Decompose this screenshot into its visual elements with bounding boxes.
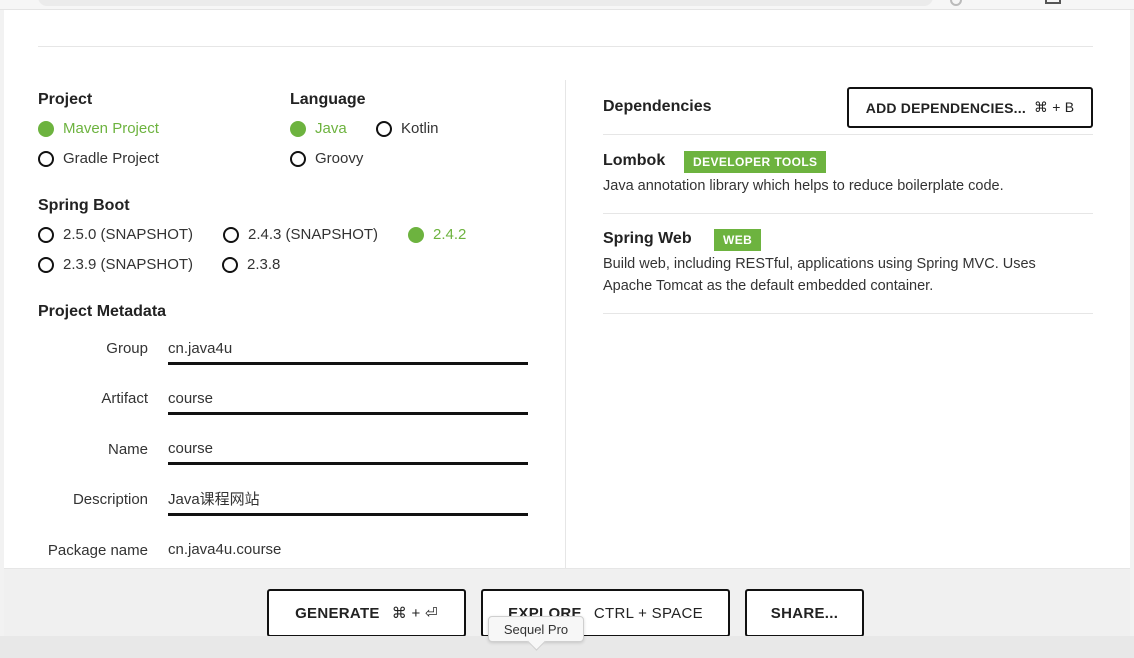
radio-unselected-icon (376, 120, 392, 137)
generate-label: GENERATE (295, 604, 380, 622)
tab-icon[interactable] (1045, 0, 1061, 4)
group-field[interactable]: cn.java4u (168, 338, 528, 365)
radio-label: Gradle Project (63, 150, 159, 167)
dependency-divider (603, 213, 1093, 214)
radio-label: Maven Project (63, 120, 159, 137)
radio-label: 2.4.2 (433, 226, 467, 243)
radio-label: 2.5.0 (SNAPSHOT) (63, 226, 194, 243)
radio-label: 2.4.3 (SNAPSHOT) (248, 226, 379, 243)
radio-label: Groovy (315, 150, 364, 167)
browser-toolbar (0, 0, 1134, 10)
project-title: Project (38, 91, 93, 108)
dependency-description-spring-web-line2: Apache Tomcat as the default embedded co… (603, 278, 934, 294)
package-name-label: Package name (47, 542, 148, 559)
radio-label: 2.3.8 (247, 256, 281, 273)
dependency-divider (603, 313, 1093, 314)
radio-maven-project[interactable]: Maven Project (38, 120, 159, 137)
address-bar[interactable] (38, 0, 933, 6)
radio-boot-2-4-3[interactable]: 2.4.3 (SNAPSHOT) (223, 226, 378, 243)
radio-unselected-icon (222, 256, 238, 273)
column-divider (565, 80, 566, 570)
generate-shortcut: ⌘ + ⏎ (391, 605, 438, 622)
radio-selected-icon (38, 120, 54, 137)
add-dependencies-label: ADD DEPENDENCIES... (865, 99, 1026, 116)
group-label: Group (106, 340, 148, 357)
radio-selected-icon (408, 226, 424, 243)
radio-groovy[interactable]: Groovy (290, 150, 363, 167)
language-title: Language (290, 91, 366, 108)
explore-shortcut: CTRL + SPACE (593, 604, 703, 622)
radio-unselected-icon (290, 150, 306, 167)
radio-label: Java (315, 120, 347, 137)
radio-boot-2-4-2[interactable]: 2.4.2 (408, 226, 466, 243)
radio-label: 2.3.9 (SNAPSHOT) (63, 256, 194, 273)
radio-boot-2-5-0[interactable]: 2.5.0 (SNAPSHOT) (38, 226, 193, 243)
share-button[interactable]: SHARE... (745, 589, 864, 637)
add-dependencies-shortcut: ⌘ + B (1033, 99, 1075, 115)
radio-label: Kotlin (401, 120, 439, 137)
radio-unselected-icon (223, 226, 239, 243)
dependency-description-lombok: Java annotation library which helps to r… (603, 178, 1004, 194)
metadata-title: Project Metadata (38, 303, 167, 320)
add-dependencies-button[interactable]: ADD DEPENDENCIES... ⌘ + B (847, 87, 1093, 128)
radio-unselected-icon (38, 150, 54, 167)
dependency-name-lombok: Lombok (603, 152, 666, 169)
radio-boot-2-3-9[interactable]: 2.3.9 (SNAPSHOT) (38, 256, 193, 273)
extension-icon[interactable] (950, 0, 962, 6)
dependency-badge-web: WEB (714, 229, 762, 251)
dependencies-title: Dependencies (603, 98, 712, 115)
spring-boot-title: Spring Boot (38, 197, 130, 214)
package-name-field[interactable]: cn.java4u.course (168, 539, 528, 566)
initializr-page: Project Maven Project Gradle Project Lan… (4, 10, 1130, 658)
share-label: SHARE... (770, 604, 839, 622)
radio-unselected-icon (38, 226, 54, 243)
description-label: Description (72, 491, 148, 508)
dock-tooltip: Sequel Pro (488, 616, 584, 642)
artifact-field[interactable]: course (168, 388, 528, 415)
name-label: Name (107, 441, 148, 458)
dependency-description-spring-web-line1: Build web, including RESTful, applicatio… (603, 256, 1036, 272)
artifact-label: Artifact (101, 390, 148, 407)
radio-unselected-icon (38, 256, 54, 273)
dependency-name-spring-web: Spring Web (603, 230, 692, 247)
description-field[interactable]: Java课程网站 (168, 489, 528, 516)
radio-boot-2-3-8[interactable]: 2.3.8 (222, 256, 280, 273)
header-divider (38, 46, 1093, 47)
generate-button[interactable]: GENERATE ⌘ + ⏎ (267, 589, 466, 637)
name-field[interactable]: course (168, 438, 528, 465)
dependencies-divider (603, 134, 1093, 135)
dependency-badge-developer-tools: DEVELOPER TOOLS (684, 151, 827, 173)
radio-gradle-project[interactable]: Gradle Project (38, 150, 159, 167)
radio-kotlin[interactable]: Kotlin (376, 120, 439, 137)
radio-java[interactable]: Java (290, 120, 347, 137)
radio-selected-icon (290, 120, 306, 137)
